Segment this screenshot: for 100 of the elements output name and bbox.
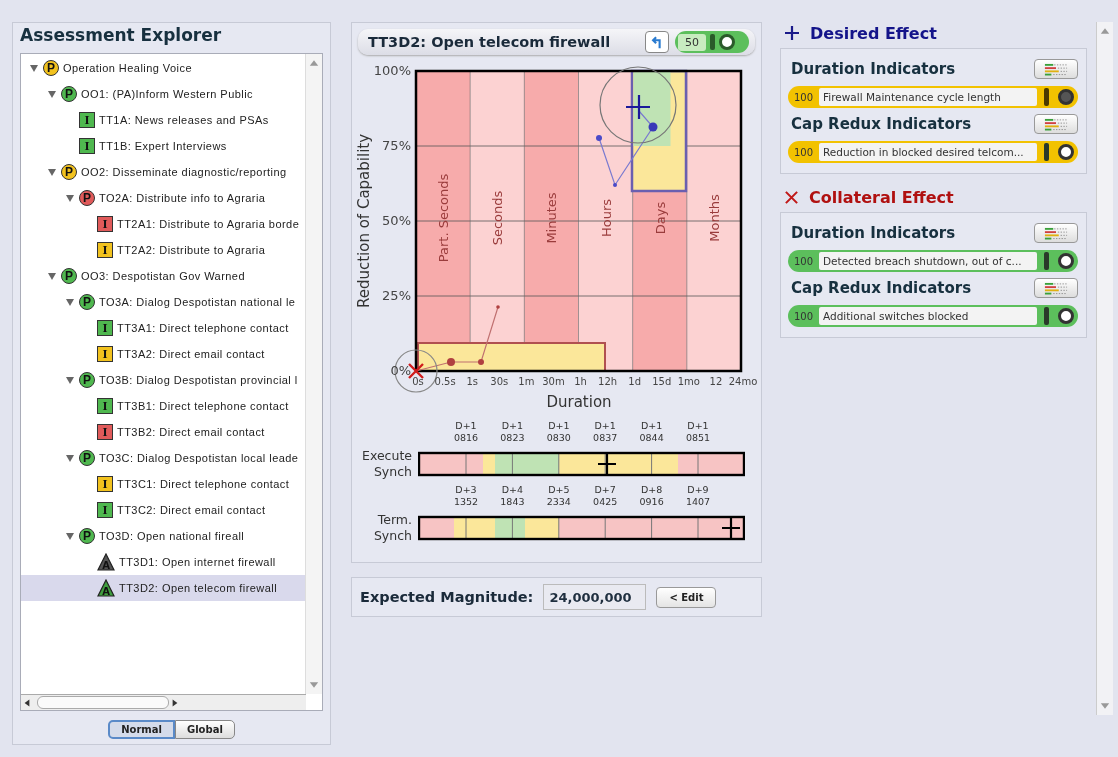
tick-day: D+1 bbox=[594, 420, 616, 432]
toggle-knob-icon[interactable] bbox=[1058, 253, 1074, 269]
axis-tick-label: 12 bbox=[709, 376, 723, 387]
toggle-knob-icon[interactable] bbox=[1058, 308, 1074, 324]
tree-row[interactable]: P TO3B: Dialog Despotistan provincial l bbox=[21, 367, 305, 393]
toggle-knob-icon[interactable] bbox=[1058, 144, 1074, 160]
group-title: Duration Indicators bbox=[791, 60, 956, 78]
tick-day: D+9 bbox=[687, 484, 709, 496]
tick-time: 0851 bbox=[685, 432, 711, 444]
tree-item-label: TT3D2: Open telecom firewall bbox=[119, 582, 278, 594]
view-toggle-button[interactable]: Global bbox=[174, 720, 235, 739]
tree-row[interactable]: P TO3D: Open national fireall bbox=[21, 523, 305, 549]
tree-row[interactable]: A TT3D1: Open internet firewall bbox=[21, 549, 305, 575]
tree-row[interactable]: P TO3A: Dialog Despotistan national le bbox=[21, 289, 305, 315]
expand-icon[interactable] bbox=[47, 271, 57, 281]
tree-row[interactable]: P OO3: Despotistan Gov Warned bbox=[21, 263, 305, 289]
tree-row[interactable]: P TO2A: Distribute info to Agraria bbox=[21, 185, 305, 211]
indicator-control[interactable]: 100 Firewall Maintenance cycle length bbox=[788, 86, 1078, 108]
return-arrow-icon bbox=[650, 35, 664, 49]
synch-label: Term. Synch bbox=[372, 512, 412, 544]
axis-tick-label: 25% bbox=[382, 288, 411, 303]
axis-tick-label: 24mo bbox=[728, 376, 758, 387]
horizontal-scrollbar[interactable] bbox=[21, 694, 306, 710]
tree-row[interactable]: I TT3C2: Direct email contact bbox=[21, 497, 305, 523]
tree-item-label: TO3D: Open national fireall bbox=[99, 530, 245, 542]
weight-value: 50 bbox=[678, 33, 706, 51]
tree-item-label: TT3C2: Direct email contact bbox=[117, 504, 266, 516]
status-badge: I bbox=[97, 476, 113, 492]
tree-row[interactable]: I TT3A2: Direct email contact bbox=[21, 341, 305, 367]
tick-day: D+4 bbox=[501, 484, 524, 496]
tree-row[interactable]: I TT2A1: Distribute to Agraria borde bbox=[21, 211, 305, 237]
status-badge: I bbox=[97, 424, 113, 440]
tree-row[interactable]: I TT3A1: Direct telephone contact bbox=[21, 315, 305, 341]
chart-button[interactable] bbox=[1034, 114, 1078, 134]
cross-icon bbox=[784, 189, 799, 205]
indicator-label: Additional switches blocked bbox=[819, 307, 1037, 325]
tree-row[interactable]: I TT1B: Expert Interviews bbox=[21, 133, 305, 159]
tick-time: 0830 bbox=[546, 432, 571, 444]
tree-row[interactable]: P OO1: (PA)Inform Western Public bbox=[21, 81, 305, 107]
indicator-control[interactable]: 100 Additional switches blocked bbox=[788, 305, 1078, 327]
toggle-knob-icon[interactable] bbox=[1058, 89, 1074, 105]
tick-day: D+5 bbox=[548, 484, 570, 496]
crosshair-icon[interactable] bbox=[596, 451, 618, 477]
tick-time: 0425 bbox=[593, 496, 618, 508]
tree-row[interactable]: I TT1A: News releases and PSAs bbox=[21, 107, 305, 133]
status-badge: P bbox=[79, 294, 95, 310]
tree-item-label: TT2A1: Distribute to Agraria borde bbox=[117, 218, 300, 230]
chart-button[interactable] bbox=[1034, 223, 1078, 243]
band-label: Minutes bbox=[544, 192, 560, 244]
expand-icon[interactable] bbox=[47, 89, 57, 99]
tree-item-label: Operation Healing Voice bbox=[63, 62, 192, 74]
expand-icon[interactable] bbox=[65, 193, 75, 203]
back-button[interactable] bbox=[645, 31, 669, 53]
crosshair-icon[interactable] bbox=[720, 515, 742, 541]
scroll-thumb[interactable] bbox=[37, 696, 169, 709]
status-badge: P bbox=[61, 86, 77, 102]
tree-item-label: TT3B1: Direct telephone contact bbox=[117, 400, 289, 412]
tick-day: D+3 bbox=[455, 484, 477, 496]
status-badge: P bbox=[79, 372, 95, 388]
tree-row[interactable]: P TO3C: Dialog Despotistan local leade bbox=[21, 445, 305, 471]
expand-icon[interactable] bbox=[65, 453, 75, 463]
tree-row[interactable]: A TT3D2: Open telecom firewall bbox=[21, 575, 305, 601]
tick-time: 0816 bbox=[453, 432, 479, 444]
indicator-level-icon bbox=[1044, 252, 1049, 270]
expand-icon[interactable] bbox=[65, 375, 75, 385]
expand-icon[interactable] bbox=[65, 297, 75, 307]
bar-chart-icon bbox=[1044, 226, 1068, 240]
weight-toggle[interactable]: 50 bbox=[675, 31, 749, 53]
tree-row[interactable]: P OO2: Disseminate diagnostic/reporting bbox=[21, 159, 305, 185]
axis-tick-label: 30m bbox=[542, 376, 565, 387]
indicator-control[interactable]: 100 Reduction in blocked desired telcom... bbox=[788, 141, 1078, 163]
tree-item-label: TO3B: Dialog Despotistan provincial l bbox=[99, 374, 298, 386]
view-toggle-button[interactable]: Normal bbox=[108, 720, 175, 739]
tree-item-label: TO3A: Dialog Despotistan national le bbox=[99, 296, 296, 308]
tree-row[interactable]: I TT3C1: Direct telephone contact bbox=[21, 471, 305, 497]
section-title: Desired Effect bbox=[810, 23, 937, 43]
synch-label: Execute Synch bbox=[361, 448, 412, 480]
chart-button[interactable] bbox=[1034, 59, 1078, 79]
tree-row[interactable]: I TT3B2: Direct email contact bbox=[21, 419, 305, 445]
magnitude-field[interactable]: 24,000,000 bbox=[543, 584, 647, 610]
tick-time: 2334 bbox=[546, 496, 571, 508]
axis-tick-label: 1mo bbox=[677, 376, 700, 387]
tree-row[interactable]: P Operation Healing Voice bbox=[21, 55, 305, 81]
indicator-label: Reduction in blocked desired telcom... bbox=[819, 143, 1037, 161]
chart-button[interactable] bbox=[1034, 278, 1078, 298]
expand-icon[interactable] bbox=[47, 167, 57, 177]
edit-button[interactable]: < Edit bbox=[656, 586, 717, 608]
expand-icon[interactable] bbox=[65, 531, 75, 541]
bar-chart-icon bbox=[1044, 62, 1068, 76]
status-badge: I bbox=[97, 320, 113, 336]
tree-row[interactable]: I TT2A2: Distribute to Agraria bbox=[21, 237, 305, 263]
indicator-control[interactable]: 100 Detected breach shutdown, out of c... bbox=[788, 250, 1078, 272]
expand-icon[interactable] bbox=[29, 63, 39, 73]
panel-title: Assessment Explorer bbox=[20, 25, 223, 45]
status-badge: A bbox=[97, 579, 115, 597]
tree-row[interactable]: I TT3B1: Direct telephone contact bbox=[21, 393, 305, 419]
band-label: Seconds bbox=[490, 190, 506, 246]
axis-tick-label: 0% bbox=[390, 363, 411, 378]
status-badge: I bbox=[79, 112, 95, 128]
status-badge: P bbox=[79, 190, 95, 206]
